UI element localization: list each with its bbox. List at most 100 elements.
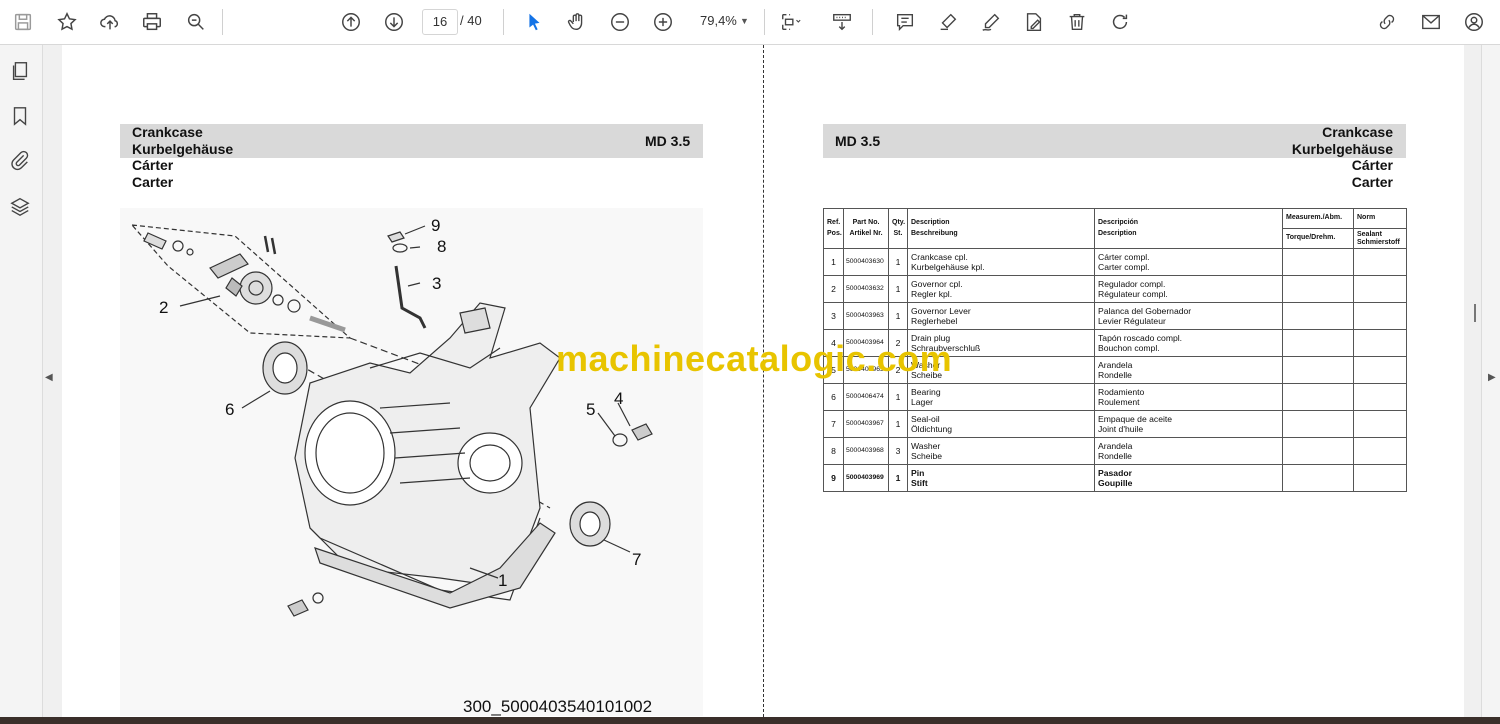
description-en-de-cell: Governor Lever Reglerhebel — [907, 302, 1095, 330]
draw-icon[interactable] — [976, 7, 1006, 37]
cell-text: Empaque de aceite — [1098, 413, 1173, 424]
title-line-fr: Carter — [1351, 173, 1393, 190]
cell-text: Kurbelgehäuse kpl. — [911, 262, 985, 272]
delete-icon[interactable] — [1062, 7, 1092, 37]
qty-cell: 1 — [888, 464, 908, 492]
cell-text: Cárter compl. — [1098, 251, 1150, 262]
collapse-left-icon[interactable]: ◀ — [45, 372, 53, 383]
bookmarks-icon[interactable] — [9, 105, 33, 129]
left-page-model: MD 3.5 — [645, 133, 691, 149]
cell-text: Rondelle — [1098, 451, 1132, 461]
attachments-icon[interactable] — [9, 149, 33, 173]
zoom-out-icon[interactable] — [605, 7, 635, 37]
measure-cell — [1282, 329, 1354, 357]
cell-text: 1 — [895, 391, 901, 402]
cell-text: Governor Lever — [911, 305, 971, 316]
table-row: 6 5000406474 1 Bearing Lager Rodamiento Roulem… — [823, 383, 1407, 411]
collapse-right-icon[interactable]: ▶ — [1488, 372, 1496, 383]
ref-cell: 3 — [823, 302, 844, 330]
account-icon[interactable] — [1459, 7, 1489, 37]
col-torque: Torque/Drehm. — [1282, 228, 1354, 249]
cell-text: 5000403630 — [846, 257, 884, 265]
measure-cell — [1282, 464, 1354, 492]
cell-text: 5000403967 — [846, 419, 884, 427]
page-up-icon[interactable] — [336, 7, 366, 37]
cell-text: Scheibe — [911, 451, 943, 461]
print-icon[interactable] — [137, 7, 167, 37]
cell-text: Roulement — [1098, 397, 1140, 407]
cell-text: 1 — [831, 256, 836, 267]
zoom-search-icon[interactable] — [181, 7, 211, 37]
cell-text: Levier Régulateur — [1098, 316, 1166, 326]
upload-cloud-icon[interactable] — [95, 7, 125, 37]
description-es-fr-cell: Regulador compl. Régulateur compl. — [1094, 275, 1283, 303]
highlight-icon[interactable] — [933, 7, 963, 37]
cell-text: 7 — [831, 418, 836, 429]
table-row: 2 5000403632 1 Governor cpl. Regler kpl. Regu… — [823, 275, 1407, 303]
layers-icon[interactable] — [9, 195, 33, 219]
callout-8: 8 — [437, 237, 447, 256]
hand-icon[interactable] — [562, 7, 592, 37]
qty-cell: 1 — [888, 383, 908, 411]
page-down-icon[interactable] — [379, 7, 409, 37]
rotate-icon[interactable] — [1105, 7, 1135, 37]
cell-text: Seal-oil — [911, 413, 940, 424]
description-en-de-cell: Crankcase cpl. Kurbelgehäuse kpl. — [907, 248, 1095, 276]
callout-5: 5 — [586, 400, 596, 419]
cell-text: Regler kpl. — [911, 289, 953, 299]
cell-text: Carter compl. — [1098, 262, 1150, 272]
measure-cell — [1282, 248, 1354, 276]
ref-cell: 8 — [823, 437, 844, 465]
callout-9: 9 — [431, 216, 441, 235]
select-cursor-icon[interactable] — [519, 7, 549, 37]
share-link-icon[interactable] — [1372, 7, 1402, 37]
cell-text: 1 — [895, 283, 901, 294]
cell-text: 8 — [831, 445, 836, 456]
col-ref: Ref. Pos. — [823, 208, 844, 249]
bookmark-star-icon[interactable] — [52, 7, 82, 37]
chevron-down-icon: ▼ — [740, 16, 749, 26]
cell-text: Arandela — [1098, 359, 1133, 370]
col-qty: Qty. St. — [888, 208, 908, 249]
part-number-cell: 5000403968 — [843, 437, 889, 465]
crankcase-exploded-diagram — [120, 208, 703, 716]
fit-page-icon[interactable] — [776, 7, 806, 37]
page-total: / 40 — [460, 13, 482, 28]
left-sidebar — [0, 45, 43, 717]
cell-text: Bouchon compl. — [1098, 343, 1160, 353]
description-en-de-cell: Pin Stift — [907, 464, 1095, 492]
zoom-select[interactable]: 79,4% ▼ — [692, 9, 754, 33]
scroll-mode-icon[interactable] — [827, 7, 857, 37]
description-en-de-cell: Governor cpl. Regler kpl. — [907, 275, 1095, 303]
table-row: 8 5000403968 3 Washer Scheibe Arandela Rondell… — [823, 437, 1407, 465]
title-line-en: Crankcase — [132, 124, 203, 140]
ref-cell: 6 — [823, 383, 844, 411]
description-en-de-cell: Bearing Lager — [907, 383, 1095, 411]
toolbar: 16 / 40 79,4% ▼ — [0, 0, 1500, 45]
scrollbar-thumb[interactable] — [1474, 304, 1476, 322]
part-number-cell: 5000406474 — [843, 383, 889, 411]
fill-sign-icon[interactable] — [1019, 7, 1049, 37]
col-measure: Measurem./Abm. — [1282, 208, 1354, 229]
comment-icon[interactable] — [890, 7, 920, 37]
norm-cell — [1353, 302, 1407, 330]
callout-2: 2 — [159, 298, 169, 317]
cell-text: Arandela — [1098, 440, 1133, 451]
qty-cell: 3 — [888, 437, 908, 465]
col-desc2: Descripción Description — [1094, 208, 1283, 249]
save-icon[interactable] — [8, 7, 38, 37]
part-number-cell: 5000403630 — [843, 248, 889, 276]
pages-icon[interactable] — [9, 60, 33, 84]
title-line-es: Cárter — [1351, 157, 1393, 173]
ref-cell: 9 — [823, 464, 844, 492]
description-es-fr-cell: Cárter compl. Carter compl. — [1094, 248, 1283, 276]
mail-icon[interactable] — [1416, 7, 1446, 37]
description-es-fr-cell: Palanca del Gobernador Levier Régulateur — [1094, 302, 1283, 330]
cell-text: Governor cpl. — [911, 278, 963, 289]
description-es-fr-cell: Rodamiento Roulement — [1094, 383, 1283, 411]
qty-cell: 1 — [888, 302, 908, 330]
zoom-in-icon[interactable] — [648, 7, 678, 37]
callout-1: 1 — [498, 571, 508, 590]
cell-text: Regulador compl. — [1098, 278, 1166, 289]
page-number-input[interactable]: 16 — [422, 9, 458, 35]
